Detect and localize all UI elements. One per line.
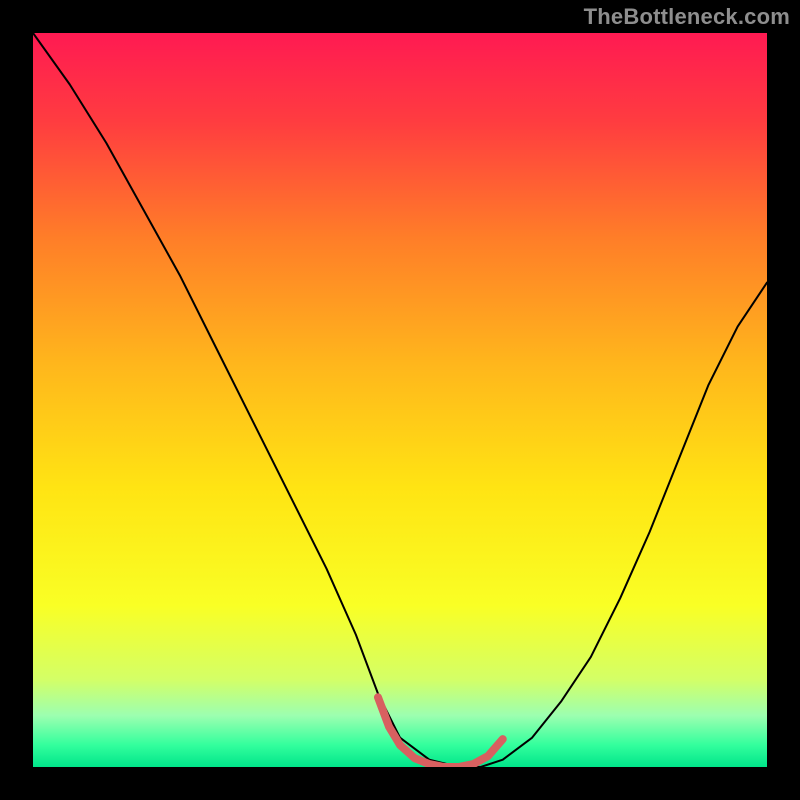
- plot-area: [33, 33, 767, 767]
- plot-svg: [33, 33, 767, 767]
- watermark-text: TheBottleneck.com: [584, 4, 790, 30]
- gradient-background: [33, 33, 767, 767]
- chart-frame: TheBottleneck.com: [0, 0, 800, 800]
